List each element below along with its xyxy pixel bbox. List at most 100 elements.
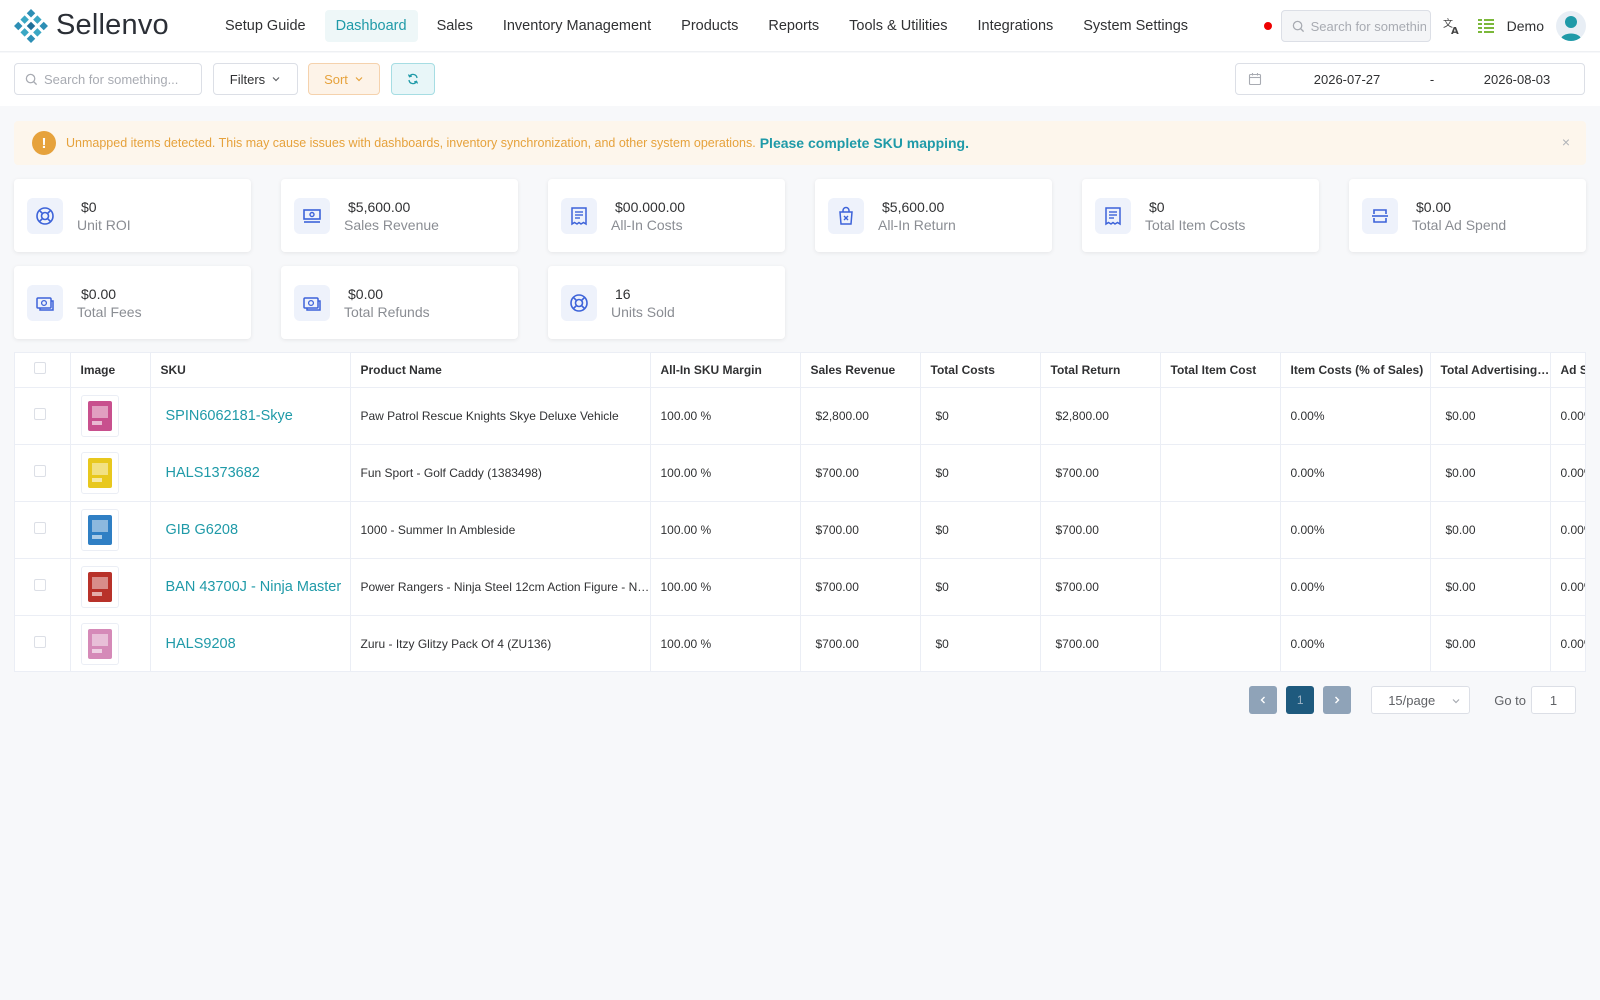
metric-value: 16 (615, 285, 631, 302)
sort-button[interactable]: Sort (308, 63, 380, 95)
sku-link[interactable]: SPIN6062181-Skye (161, 408, 350, 424)
cash-icon (294, 284, 330, 321)
product-thumbnail[interactable] (80, 622, 119, 665)
close-icon[interactable]: × (1562, 134, 1570, 150)
brand[interactable]: Sellenvo (14, 8, 199, 43)
chevron-right-icon (1335, 696, 1340, 704)
refresh-icon (407, 73, 419, 85)
receipt-icon (1095, 197, 1131, 234)
row-select-cell (15, 387, 71, 445)
filters-button[interactable]: Filters (213, 63, 298, 95)
metric-value: $5,600.00 (882, 198, 945, 215)
row-checkbox[interactable] (34, 465, 46, 477)
row-checkbox[interactable] (34, 522, 46, 534)
current-page-button[interactable]: 1 (1286, 686, 1315, 714)
sku-table-grid: Image SKU Product Name All-In SKU Margin… (15, 353, 1585, 671)
nav-tools-utilities[interactable]: Tools & Utilities (838, 10, 958, 42)
ad-s-cell: 0.00% (1550, 501, 1585, 559)
sku-link[interactable]: HALS9208 (161, 636, 350, 652)
sku-link[interactable]: HALS1373682 (161, 465, 350, 481)
sku-cell: GIB G6208 (150, 501, 351, 559)
image-cell (70, 444, 151, 502)
total-return-cell: $700.00 (1040, 615, 1161, 671)
user-avatar-icon (1560, 16, 1582, 41)
column-header-all-in-sku-margin[interactable]: All-In SKU Margin (650, 353, 801, 388)
goto-page-input[interactable] (1531, 686, 1576, 714)
column-header-item-costs-pct[interactable]: Item Costs (% of Sales) (1280, 353, 1431, 388)
column-header-ad-s[interactable]: Ad S (1550, 353, 1585, 388)
product-thumbnail[interactable] (80, 508, 119, 551)
ad-spend-cell: $0.00 (1430, 501, 1551, 559)
metric-card-total-fees: $0.00 Total Fees (14, 266, 251, 339)
column-header-product-name[interactable]: Product Name (350, 353, 651, 388)
global-search-input[interactable] (1310, 18, 1426, 34)
sales-revenue-cell: $700.00 (800, 558, 921, 616)
user-avatar[interactable] (1556, 11, 1586, 41)
nav-setup-guide[interactable]: Setup Guide (214, 10, 317, 42)
image-cell (70, 501, 151, 559)
sku-link[interactable]: GIB G6208 (161, 522, 350, 538)
sku-link[interactable]: BAN 43700J - Ninja Master (161, 579, 350, 595)
column-header-total-return[interactable]: Total Return (1040, 353, 1161, 388)
column-header-total-item-cost[interactable]: Total Item Cost (1160, 353, 1281, 388)
row-checkbox[interactable] (34, 579, 46, 591)
ad-spend-cell: $0.00 (1430, 615, 1551, 671)
refresh-button[interactable] (391, 63, 435, 95)
product-image-icon (87, 457, 112, 488)
nav-sales[interactable]: Sales (426, 10, 484, 42)
table-search-input[interactable] (44, 71, 194, 87)
nav-system-settings[interactable]: System Settings (1072, 10, 1199, 42)
global-search[interactable] (1280, 10, 1431, 42)
total-costs-cell: $0 (920, 387, 1041, 445)
table-row[interactable]: HALS1373682 Fun Sport - Golf Caddy (13834… (15, 444, 1585, 502)
translate-icon[interactable]: 文A (1439, 13, 1465, 39)
product-thumbnail[interactable] (80, 394, 119, 437)
row-checkbox[interactable] (34, 408, 46, 420)
toolbar: Filters Sort 2026-07-27 - 2026-08-03 (0, 53, 1600, 106)
product-thumbnail[interactable] (80, 565, 119, 608)
nav-reports[interactable]: Reports (757, 10, 830, 42)
table-search[interactable] (14, 63, 202, 95)
complete-sku-mapping-link[interactable]: Please complete SKU mapping. (760, 135, 969, 151)
sellenvo-logo-icon (14, 8, 48, 43)
total-return-cell: $700.00 (1040, 501, 1161, 559)
row-select-cell (15, 501, 71, 559)
column-header-sales-revenue[interactable]: Sales Revenue (800, 353, 921, 388)
column-header-sku[interactable]: SKU (150, 353, 351, 388)
table-row[interactable]: GIB G6208 1000 - Summer In Ambleside 100.0… (15, 501, 1585, 559)
table-row[interactable]: HALS9208 Zuru - Itzy Glitzy Pack Of 4 (ZU… (15, 615, 1585, 671)
column-header-total-advertising-spend[interactable]: Total Advertising Spend (1430, 353, 1551, 388)
table-row[interactable]: SPIN6062181-Skye Paw Patrol Rescue Knight… (15, 387, 1585, 445)
page-size-select[interactable]: 15/page (1371, 686, 1471, 714)
column-header-image[interactable]: Image (70, 353, 151, 388)
user-name[interactable]: Demo (1507, 18, 1544, 34)
ad-spend-cell: $0.00 (1430, 558, 1551, 616)
date-start[interactable]: 2026-07-27 (1287, 72, 1407, 87)
metric-label: Sales Revenue (344, 216, 439, 233)
nav-integrations[interactable]: Integrations (966, 10, 1064, 42)
metric-label: Total Refunds (344, 303, 430, 320)
prev-page-button[interactable] (1249, 686, 1278, 714)
chevron-down-icon (272, 77, 280, 82)
nav-inventory-management[interactable]: Inventory Management (492, 10, 662, 42)
total-return-cell: $700.00 (1040, 444, 1161, 502)
svg-text:A: A (1451, 26, 1459, 36)
product-image-icon (87, 400, 112, 431)
next-page-button[interactable] (1323, 686, 1352, 714)
brand-name: Sellenvo (56, 9, 169, 41)
metric-card-total-item-costs: $0 Total Item Costs (1082, 179, 1319, 252)
date-end[interactable]: 2026-08-03 (1457, 72, 1577, 87)
product-thumbnail[interactable] (80, 451, 119, 494)
list-menu-icon[interactable] (1473, 13, 1499, 39)
cash-icon (27, 284, 63, 321)
nav-dashboard[interactable]: Dashboard (324, 9, 418, 42)
total-return-cell: $2,800.00 (1040, 387, 1161, 445)
table-row[interactable]: BAN 43700J - Ninja Master Power Rangers -… (15, 558, 1585, 616)
row-checkbox[interactable] (34, 636, 46, 648)
nav-products[interactable]: Products (670, 10, 749, 42)
column-header-total-costs[interactable]: Total Costs (920, 353, 1041, 388)
search-icon (25, 73, 38, 85)
select-all-checkbox[interactable] (34, 362, 46, 375)
sku-cell: BAN 43700J - Ninja Master (150, 558, 351, 616)
date-range-picker[interactable]: 2026-07-27 - 2026-08-03 (1235, 63, 1585, 95)
